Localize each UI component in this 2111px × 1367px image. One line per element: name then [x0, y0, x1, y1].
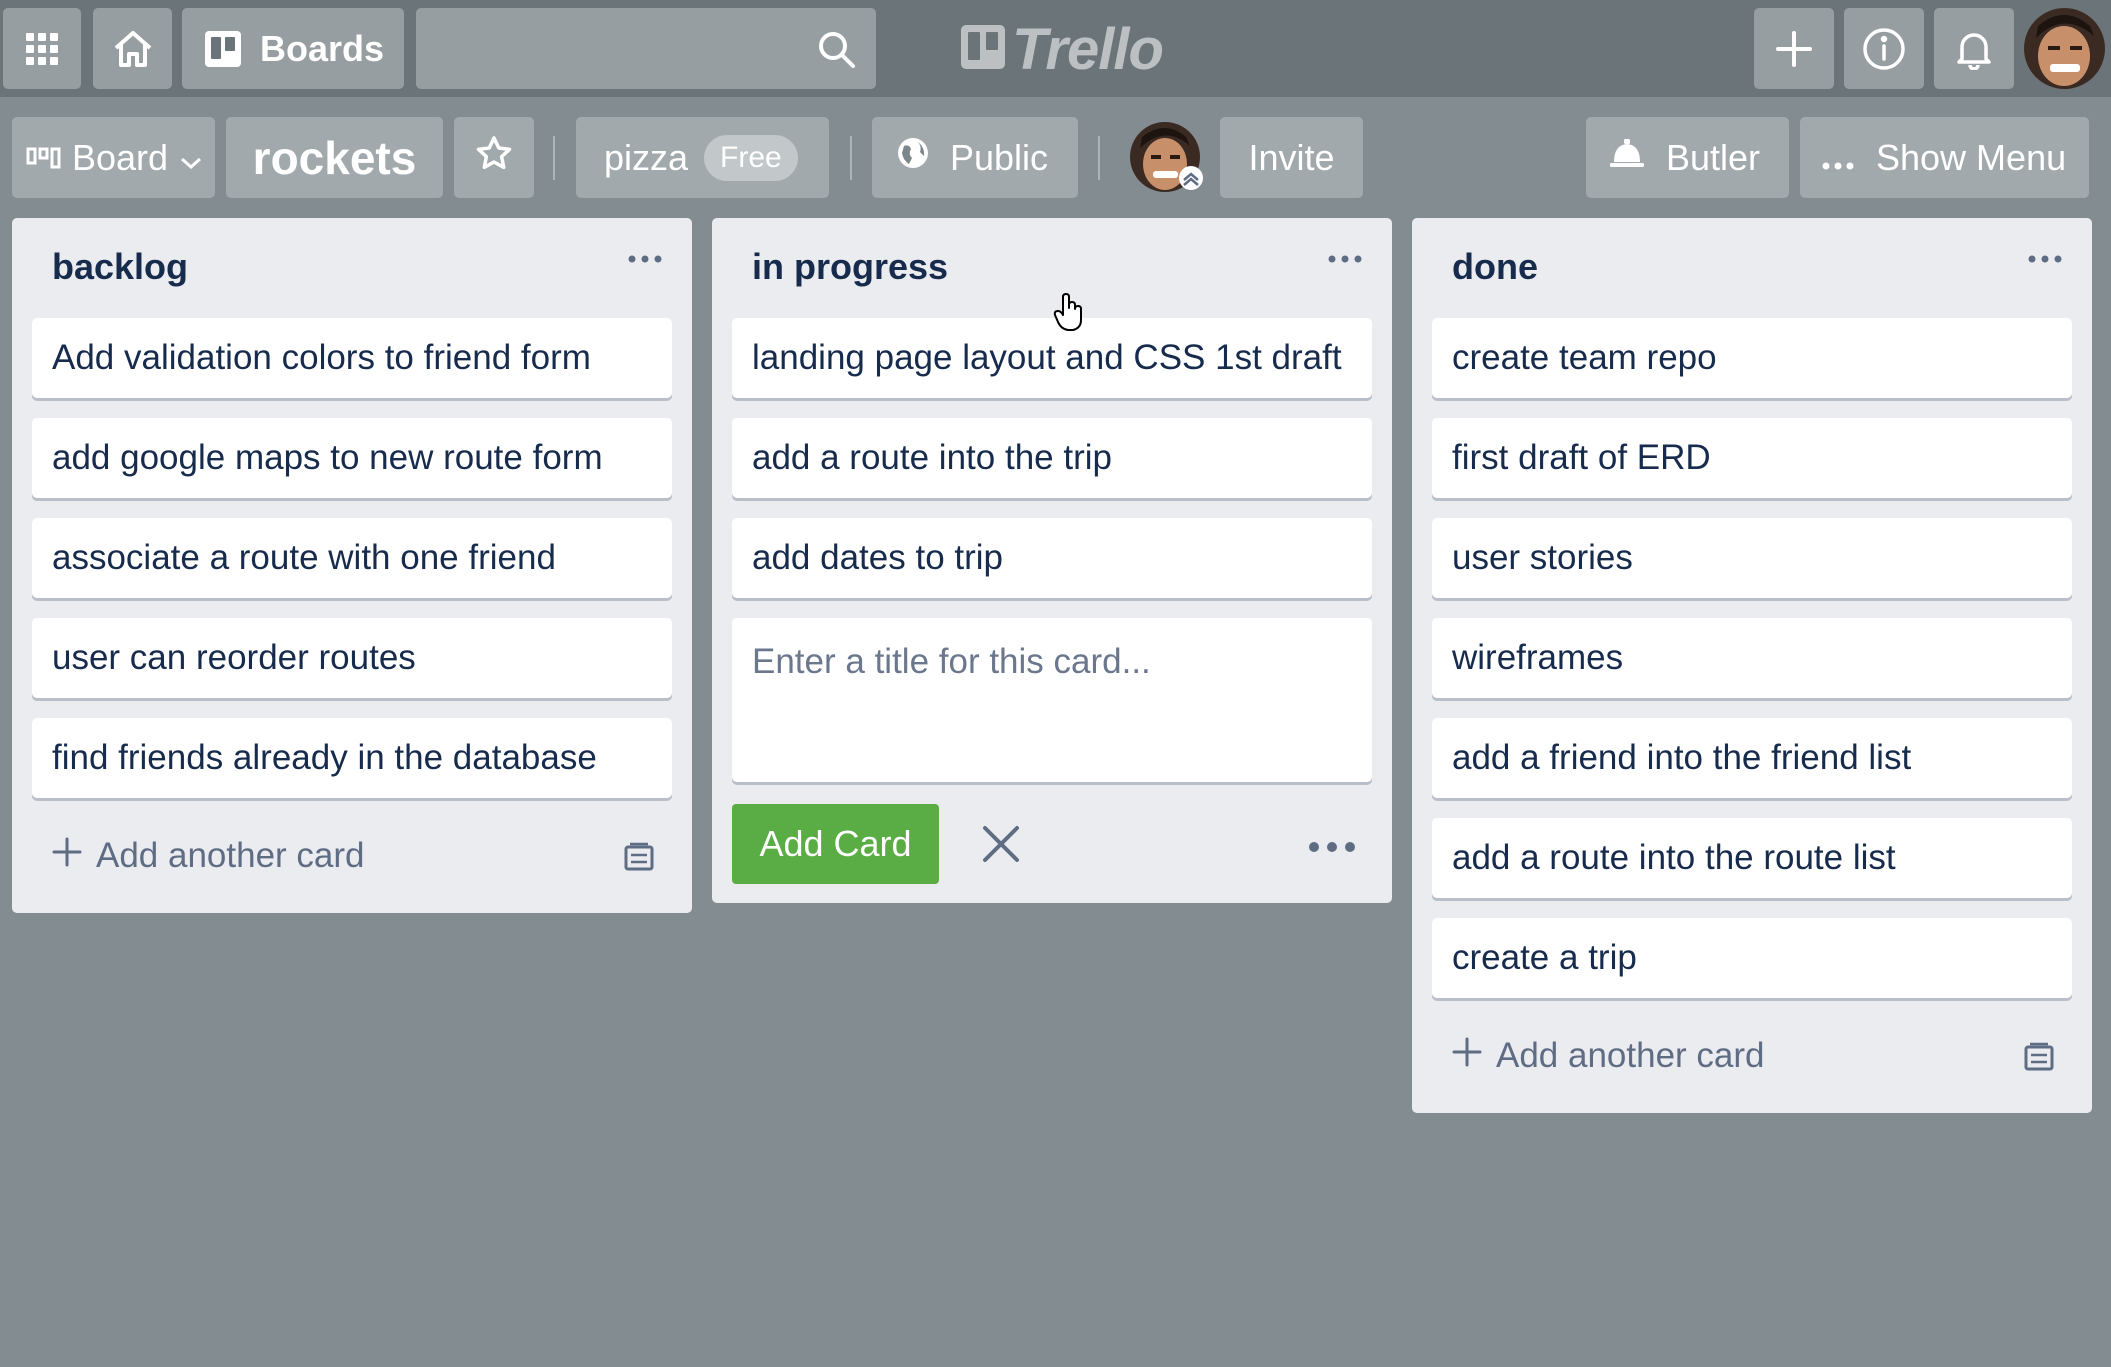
add-another-card-button[interactable]: Add another card: [52, 836, 365, 876]
plus-icon: [52, 836, 82, 876]
create-button[interactable]: [1754, 8, 1834, 89]
team-name: pizza: [604, 136, 689, 178]
list-in-progress: in progress landing page layout and CSS …: [712, 218, 1392, 903]
more-horizontal-icon: [1822, 137, 1854, 179]
home-button[interactable]: [93, 8, 172, 89]
visibility-label: Public: [950, 136, 1049, 178]
grid-icon: [24, 31, 60, 67]
info-icon: [1862, 27, 1906, 71]
board-icon: [204, 30, 242, 68]
header-divider: [553, 136, 555, 180]
plus-icon: [1774, 29, 1814, 69]
plus-icon: [1452, 1036, 1482, 1076]
card[interactable]: first draft of ERD: [1432, 418, 2072, 498]
invite-button[interactable]: Invite: [1220, 117, 1363, 198]
trello-logo[interactable]: Trello: [960, 16, 1164, 82]
add-another-card-button[interactable]: Add another card: [1452, 1036, 1765, 1076]
close-icon[interactable]: [980, 823, 1022, 870]
star-board-button[interactable]: [454, 117, 534, 198]
card-template-icon[interactable]: [2022, 1042, 2056, 1079]
show-menu-label: Show Menu: [1876, 136, 2067, 178]
card[interactable]: wireframes: [1432, 618, 2072, 698]
info-button[interactable]: [1844, 8, 1924, 89]
search-field[interactable]: [416, 8, 876, 91]
user-avatar[interactable]: [2024, 8, 2105, 89]
apps-menu-button[interactable]: [3, 8, 81, 89]
trello-logo-icon: [960, 24, 1006, 75]
board-view-switcher[interactable]: Board: [12, 117, 215, 198]
boards-button[interactable]: Boards: [182, 8, 404, 89]
card[interactable]: add a friend into the friend list: [1432, 718, 2072, 798]
card[interactable]: associate a route with one friend: [32, 518, 672, 598]
butler-button[interactable]: Butler: [1586, 117, 1789, 198]
visibility-button[interactable]: Public: [872, 117, 1078, 198]
team-button[interactable]: pizza Free: [576, 117, 829, 198]
header-divider: [1098, 136, 1100, 180]
list-title[interactable]: in progress: [752, 246, 948, 288]
list-menu-icon[interactable]: [1328, 250, 1362, 268]
board-name: rockets: [252, 131, 417, 184]
board-name-button[interactable]: rockets: [226, 117, 443, 198]
card[interactable]: add google maps to new route form: [32, 418, 672, 498]
card-template-icon[interactable]: [622, 842, 656, 879]
hand-cursor-icon: [1053, 292, 1085, 337]
list-title[interactable]: backlog: [52, 246, 188, 288]
board-view-icon: [26, 137, 62, 179]
admin-chevron-icon: [1178, 165, 1204, 196]
show-menu-button[interactable]: Show Menu: [1800, 117, 2089, 198]
search-input[interactable]: [416, 8, 818, 91]
more-options-icon[interactable]: [1308, 840, 1356, 858]
card[interactable]: find friends already in the database: [32, 718, 672, 798]
butler-label: Butler: [1666, 136, 1761, 178]
avatar-face-icon: [2024, 8, 2105, 89]
card[interactable]: user can reorder routes: [32, 618, 672, 698]
member-avatar[interactable]: [1130, 122, 1203, 192]
top-nav-bar: Boards Trello: [0, 0, 2111, 97]
card[interactable]: create a trip: [1432, 918, 2072, 998]
globe-icon: [896, 136, 930, 179]
card-composer[interactable]: [732, 618, 1372, 782]
star-icon: [475, 135, 513, 180]
list-done: done create team repo first draft of ERD…: [1412, 218, 2092, 1113]
list-title[interactable]: done: [1452, 246, 1538, 288]
bell-icon: [1954, 28, 1994, 70]
add-card-label: Add another card: [96, 836, 365, 875]
list-menu-icon[interactable]: [628, 250, 662, 268]
search-icon[interactable]: [816, 29, 856, 74]
plan-badge: Free: [704, 134, 798, 181]
butler-bell-icon: [1608, 136, 1646, 179]
card[interactable]: add a route into the route list: [1432, 818, 2072, 898]
invite-label: Invite: [1248, 136, 1335, 178]
list-backlog: backlog Add validation colors to friend …: [12, 218, 692, 913]
list-menu-icon[interactable]: [2028, 250, 2062, 268]
card[interactable]: Add validation colors to friend form: [32, 318, 672, 398]
add-card-label: Add another card: [1496, 1036, 1765, 1075]
add-card-button[interactable]: Add Card: [732, 804, 939, 884]
card[interactable]: add dates to trip: [732, 518, 1372, 598]
chevron-down-icon: [180, 137, 202, 179]
card[interactable]: landing page layout and CSS 1st draft: [732, 318, 1372, 398]
card[interactable]: user stories: [1432, 518, 2072, 598]
header-divider: [850, 136, 852, 180]
card-title-input[interactable]: [732, 618, 1372, 782]
board-view-label: Board: [72, 136, 169, 178]
logo-text: Trello: [1012, 16, 1164, 82]
card[interactable]: add a route into the trip: [732, 418, 1372, 498]
card[interactable]: create team repo: [1432, 318, 2072, 398]
notifications-button[interactable]: [1934, 8, 2014, 89]
home-icon: [112, 29, 154, 69]
boards-label: Boards: [260, 27, 385, 69]
